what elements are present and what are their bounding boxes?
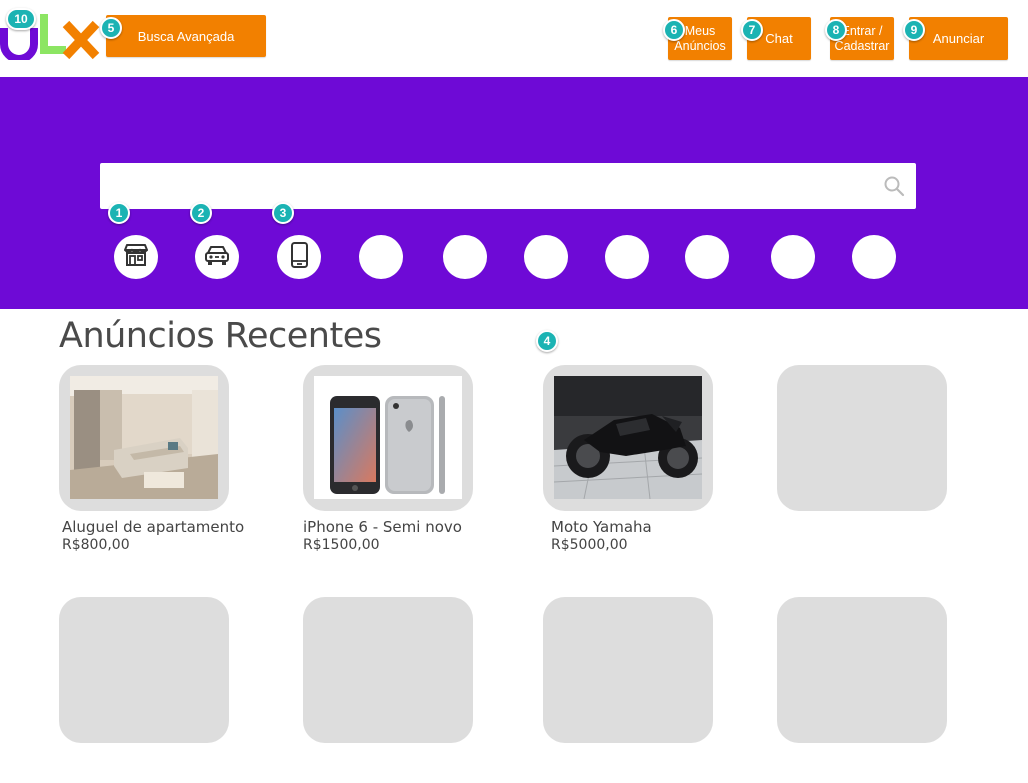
listing-placeholder[interactable] (777, 365, 947, 511)
category-item-10[interactable] (852, 235, 896, 279)
category-item-8[interactable] (685, 235, 729, 279)
apartment-photo (70, 376, 218, 499)
listing-title[interactable]: iPhone 6 - Semi novo (303, 518, 462, 536)
listing-placeholder[interactable] (59, 597, 229, 743)
annotation-badge: 10 (6, 8, 36, 30)
category-item-5[interactable] (443, 235, 487, 279)
annotation-badge: 2 (190, 202, 212, 224)
listing-price: R$1500,00 (303, 537, 380, 553)
annotation-badge: 5 (100, 17, 122, 39)
listing-title[interactable]: Moto Yamaha (551, 518, 652, 536)
listing-card[interactable] (59, 365, 229, 511)
annotation-badge: 4 (536, 330, 558, 352)
listing-placeholder[interactable] (777, 597, 947, 743)
category-imoveis[interactable] (114, 235, 158, 279)
listing-title[interactable]: Aluguel de apartamento (62, 518, 244, 536)
listing-card[interactable] (303, 365, 473, 511)
annotation-badge: 9 (903, 19, 925, 41)
iphone-photo (314, 376, 462, 499)
category-item-6[interactable] (524, 235, 568, 279)
category-item-9[interactable] (771, 235, 815, 279)
category-item-4[interactable] (359, 235, 403, 279)
hero-banner (0, 77, 1028, 309)
car-icon (202, 240, 232, 275)
post-ad-button[interactable]: Anunciar (909, 17, 1008, 60)
listing-placeholder[interactable] (543, 597, 713, 743)
smartphone-icon (284, 240, 314, 275)
advanced-search-button[interactable]: Busca Avançada (106, 15, 266, 57)
search-icon[interactable] (882, 174, 906, 198)
category-item-7[interactable] (605, 235, 649, 279)
listing-price: R$800,00 (62, 537, 130, 553)
category-celulares[interactable] (277, 235, 321, 279)
annotation-badge: 1 (108, 202, 130, 224)
annotation-badge: 7 (741, 19, 763, 41)
motorcycle-photo (554, 376, 702, 499)
annotation-badge: 8 (825, 19, 847, 41)
store-icon (121, 240, 151, 275)
category-veiculos[interactable] (195, 235, 239, 279)
annotation-badge: 6 (663, 19, 685, 41)
annotation-badge: 3 (272, 202, 294, 224)
listing-card[interactable] (543, 365, 713, 511)
search-input[interactable] (100, 163, 916, 209)
listing-placeholder[interactable] (303, 597, 473, 743)
listing-price: R$5000,00 (551, 537, 628, 553)
section-title: Anúncios Recentes (59, 316, 382, 356)
